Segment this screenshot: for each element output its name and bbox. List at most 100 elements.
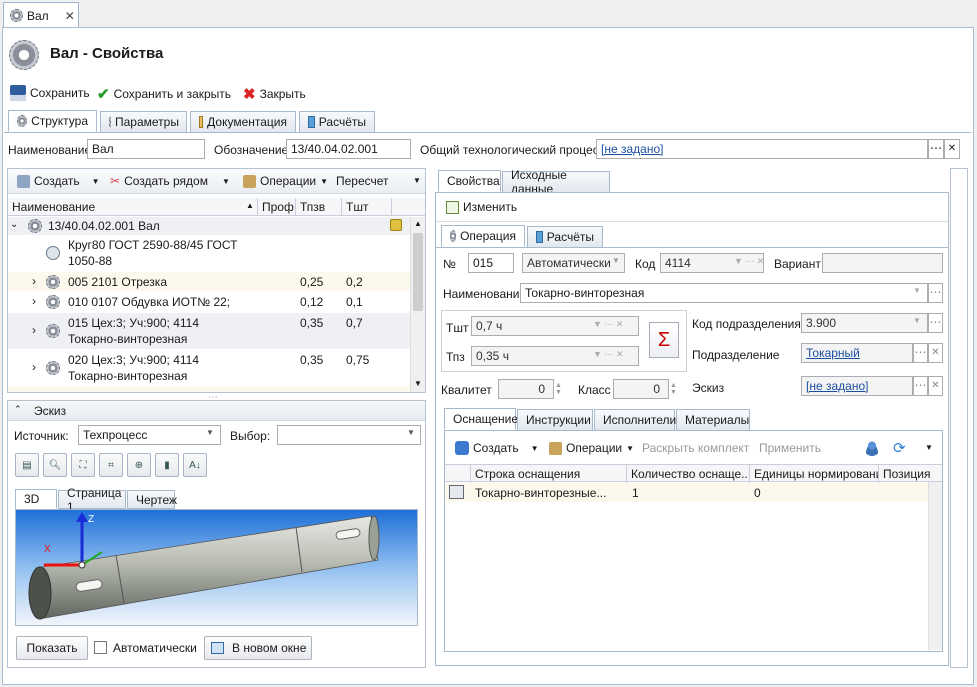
process-browse-button[interactable]: ⋯ [928,139,944,159]
collapsed-chevron-icon[interactable]: › [32,360,36,374]
col-prof[interactable]: Проф [258,198,296,216]
print-icon[interactable]: ▤ [15,453,39,477]
sketch-field[interactable]: [не задано] [801,376,913,396]
op-name-field[interactable]: Токарно-винторезная [520,283,928,303]
save-close-button[interactable]: ✔ Сохранить и закрыть [97,85,231,103]
scroll-down-icon[interactable]: ▼ [414,379,422,388]
new-window-button[interactable]: В новом окне [204,636,312,660]
scroll-thumb[interactable] [413,233,423,311]
tab-properties[interactable]: Свойства [438,170,501,192]
tab-parameters[interactable]: Параметры [100,111,187,133]
viewport-3d[interactable]: Z X [15,509,418,626]
dept-browse-button[interactable]: ⋯ [913,343,928,363]
collapsed-chevron-icon[interactable]: › [32,323,36,337]
close-button[interactable]: ✖ Закрыть [243,85,306,103]
save-button[interactable]: Сохранить [10,85,90,101]
toolbar-overflow-icon[interactable]: ▼ [925,443,933,452]
qualitet-field[interactable]: 0 [498,379,554,399]
tree-scrollbar[interactable]: ▲ ▼ [410,217,425,392]
designation-field[interactable]: 13/40.04.02.001 [286,139,411,159]
tree-row[interactable]: › 005 2101 Отрезка 0,25 0,2 [8,272,410,291]
expanded-chevron-icon[interactable]: ⌄ [10,219,18,230]
tab-calculations[interactable]: Расчёты [299,111,375,133]
close-tab-icon[interactable]: ✕ [65,9,75,23]
tab-page1[interactable]: Страница 1 [58,486,126,514]
auto-checkbox[interactable] [94,641,107,654]
class-spinner[interactable]: ▲ ▼ [670,382,677,396]
tab-materials[interactable]: Материалы [676,409,750,431]
gear-icon [9,40,39,70]
equip-create-button[interactable]: Создать ▼ [455,441,539,455]
code-buttons[interactable]: ▼ ⋯ ✕ [734,256,764,267]
collapsed-chevron-icon[interactable]: › [32,294,36,308]
tree-operations-button[interactable]: Операции ▼ [243,174,328,188]
tree-create-button[interactable]: Создать ▼ [17,174,100,188]
refresh-icon[interactable]: ⟳ [893,439,906,457]
col-equip-qty[interactable]: Количество оснаще... [627,465,750,483]
sketch-clear-button[interactable]: ✕ [928,376,943,396]
tab-instructions[interactable]: Инструкции [517,409,593,431]
dept-clear-button[interactable]: ✕ [928,343,943,363]
equip-header: Строка оснащения Количество оснаще... Ед… [445,464,942,483]
variant-field[interactable] [822,253,943,273]
dept-field[interactable]: Токарный [801,343,913,363]
tab-performers[interactable]: Исполнители [594,409,676,431]
name-field[interactable]: Вал [87,139,205,159]
dept-code-field[interactable]: 3.900 [801,313,928,333]
col-equip-row[interactable]: Строка оснащения [471,465,627,483]
col-equip-units[interactable]: Единицы нормирования [750,465,879,483]
tab-source-data[interactable]: Исходные данные [502,168,610,196]
expand-set-button[interactable]: Раскрыть комплект [642,441,749,455]
tree-row[interactable]: Круг80 ГОСТ 2590-88/45 ГОСТ 1050-88 [8,236,410,271]
num-field[interactable]: 015 [468,253,514,273]
apply-button[interactable]: Применить [759,441,821,455]
scroll-up-icon[interactable]: ▲ [414,219,422,228]
col-equip-pos[interactable]: Позиция [879,465,942,483]
sigma-button[interactable]: Σ [649,322,679,358]
tab-equipment[interactable]: Оснащение [444,408,518,430]
dept-code-browse-button[interactable]: ⋯ [928,313,943,333]
equip-operations-button[interactable]: Операции ▼ [549,441,634,455]
tab-3d[interactable]: 3D [15,489,57,509]
tpz-buttons[interactable]: ▼ ⋯ ✕ [593,349,623,360]
tab-operation[interactable]: Операция [441,225,525,247]
col-name[interactable]: Наименование [8,198,258,216]
fit-icon[interactable]: ⛶ [71,453,95,477]
tree-row[interactable]: › 010 0107 Обдувка ИОТ№ 22; 0,12 0,1 [8,292,410,312]
process-clear-button[interactable]: ✕ [944,139,960,159]
edit-button[interactable]: Изменить [446,200,517,214]
equip-scrollbar[interactable] [928,482,942,650]
equip-row[interactable]: Токарно-винторезные... 1 0 [445,483,942,502]
mode-select[interactable]: Автоматически [522,253,625,273]
sketch-browse-button[interactable]: ⋯ [913,376,928,396]
col-tsh[interactable]: Тшт [342,198,392,216]
tsh-buttons[interactable]: ▼ ⋯ ✕ [593,319,623,330]
tree-row[interactable]: › 015 Цех:3; Уч:900; 4114 Токарно-винтор… [8,313,410,349]
user-icon[interactable] [864,440,880,456]
collapse-chevron-icon[interactable]: ⌃ [14,404,22,415]
collapsed-chevron-icon[interactable]: › [32,274,36,288]
toolbar-overflow-icon[interactable]: ▼ [413,176,421,185]
page-icon[interactable]: ▮ [155,453,179,477]
tree-row[interactable]: ⌄ 13/40.04.02.001 Вал [8,217,410,235]
select-dropdown[interactable] [277,425,421,445]
tab-op-calculations[interactable]: Расчёты [527,226,603,248]
preview-icon[interactable]: 🔍︎ [43,453,67,477]
zoom-icon[interactable]: ⊕ [127,453,151,477]
qualitet-spinner[interactable]: ▲ ▼ [555,382,562,396]
tree-create-near-button[interactable]: ✂ Создать рядом ▼ [110,174,230,188]
tree-row[interactable]: › 020 Цех:3; Уч:900; 4114 Токарно-винтор… [8,350,410,386]
tab-documentation[interactable]: Документация [190,111,296,133]
source-select[interactable]: Техпроцесс [78,425,221,445]
tab-drawing[interactable]: Чертеж [127,490,177,509]
op-name-browse-button[interactable]: ⋯ [928,283,943,303]
sort-az-icon[interactable]: A↓ [183,453,207,477]
process-field[interactable]: [не задано] [596,139,928,159]
col-tpz[interactable]: Тпзв [296,198,342,216]
tree-recalc-button[interactable]: Пересчет [336,174,389,188]
window-tab[interactable]: Вал ✕ [3,2,79,28]
fit-width-icon[interactable]: ⌗ [99,453,123,477]
tab-structure[interactable]: Структура [8,110,97,132]
show-button[interactable]: Показать [16,636,88,660]
class-field[interactable]: 0 [613,379,669,399]
